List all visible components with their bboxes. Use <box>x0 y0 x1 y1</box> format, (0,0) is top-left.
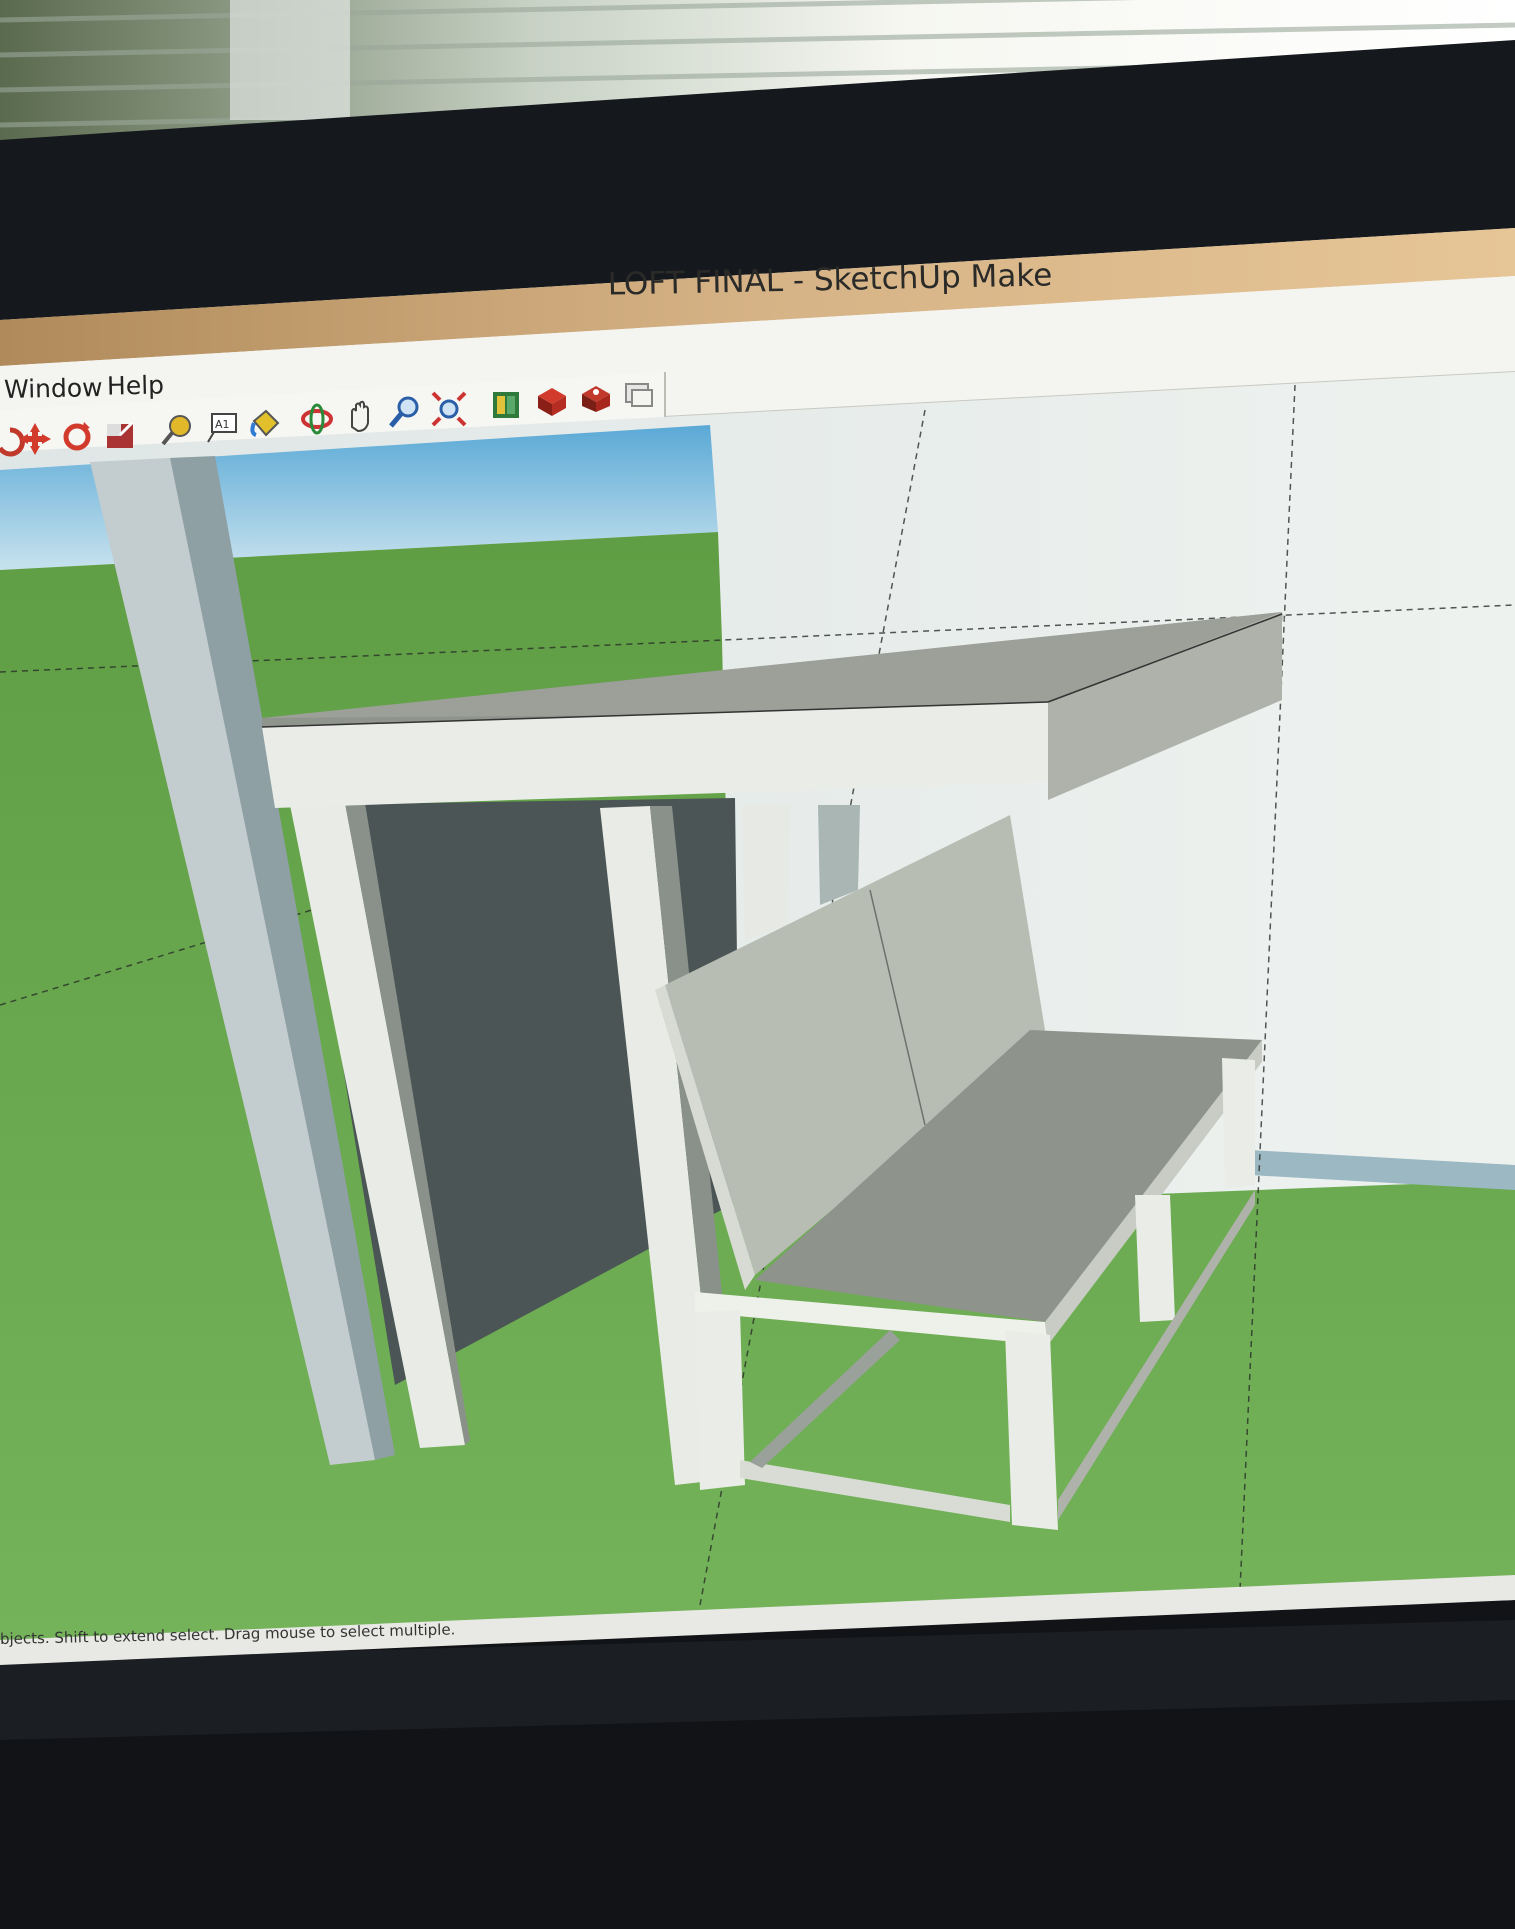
extension-warehouse-icon[interactable] <box>576 378 614 416</box>
menu-help[interactable]: Help <box>107 370 165 400</box>
layout-icon[interactable] <box>620 374 658 412</box>
paint-bucket-icon[interactable] <box>246 405 284 443</box>
scale-icon[interactable] <box>102 415 140 453</box>
tape-measure-icon[interactable] <box>158 411 196 449</box>
share-model-icon[interactable] <box>532 382 570 420</box>
orbit-icon[interactable] <box>298 400 336 438</box>
menu-window[interactable]: Window <box>4 373 103 404</box>
svg-text:A1: A1 <box>215 418 230 431</box>
3d-warehouse-icon[interactable] <box>487 386 525 424</box>
move-icon[interactable] <box>16 420 54 458</box>
zoom-extents-icon[interactable] <box>430 390 468 428</box>
text-icon[interactable]: A1 <box>202 408 240 446</box>
zoom-icon[interactable] <box>386 393 424 431</box>
pan-icon[interactable] <box>342 397 380 435</box>
rotate-icon[interactable] <box>58 418 96 456</box>
